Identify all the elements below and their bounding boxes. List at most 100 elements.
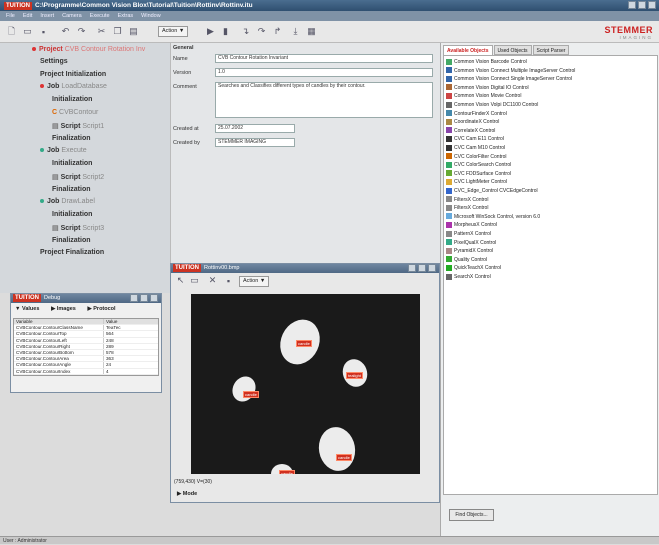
object-list-item[interactable]: CoordinateX Control <box>446 118 499 126</box>
object-list-item[interactable]: CVC ColorSearch Control <box>446 161 511 169</box>
object-list-item[interactable]: Microsoft WinSock Control, version 6.0 <box>446 213 540 221</box>
cross-icon[interactable]: ✕ <box>207 275 218 286</box>
maximize-button[interactable] <box>140 294 148 302</box>
table-row[interactable]: CVBContour.ContourIndex 4 <box>14 368 158 375</box>
undo-icon[interactable]: ↶ <box>60 26 71 37</box>
step-over-icon[interactable]: ↷ <box>256 26 267 37</box>
object-list-item[interactable]: FiltersX Control <box>446 204 488 212</box>
tree-project-finalization[interactable]: Project Finalization <box>40 249 104 256</box>
tab-used-objects[interactable]: Used Objects <box>493 45 532 55</box>
tree-finalization-1[interactable]: Finalization <box>52 135 91 142</box>
save-icon[interactable]: ▪ <box>223 275 234 286</box>
cut-icon[interactable]: ✂ <box>96 26 107 37</box>
control-icon <box>446 118 452 125</box>
minimize-button[interactable] <box>130 294 138 302</box>
general-header: General <box>173 45 194 51</box>
tree-project[interactable]: Project CVB Contour Rotation Inv <box>32 46 145 53</box>
object-list-item[interactable]: FiltersX Control <box>446 196 488 204</box>
find-objects-button[interactable]: Find Objects... <box>449 509 494 521</box>
created-at-field[interactable]: 25.07.2002 <box>215 124 295 133</box>
object-list-item[interactable]: Common Vision Connect Single ImageServer… <box>446 75 572 83</box>
object-list-item[interactable]: Common Vision Digital IO Control <box>446 84 529 92</box>
tree-job-drawlabel[interactable]: Job DrawLabel <box>40 198 95 205</box>
comment-field[interactable]: Searches and Classifies different types … <box>215 82 433 118</box>
open-folder-icon[interactable]: ▭ <box>22 26 33 37</box>
tree-initialization-3[interactable]: Initialization <box>52 211 92 218</box>
tab-protocol[interactable]: ▶ Protocol <box>88 306 116 312</box>
tree-script2[interactable]: ▤ Script Script2 <box>52 173 104 181</box>
object-list-item[interactable]: CVC Cam M10 Control <box>446 144 505 152</box>
variable-cell: CVBContour.ContourTop <box>14 331 104 337</box>
app-logo: TUITION <box>173 264 201 272</box>
object-list-item[interactable]: PyramidX Control <box>446 247 493 255</box>
close-button[interactable] <box>648 1 656 9</box>
version-field[interactable]: 1.0 <box>215 68 433 77</box>
mode-toggle[interactable]: ▶ Mode <box>177 491 197 497</box>
object-list-item[interactable]: Common Vision Barcode Control <box>446 58 527 66</box>
object-list-item[interactable]: CVC Cam E11 Control <box>446 135 504 143</box>
tree-project-initialization[interactable]: Project Initialization <box>40 71 106 78</box>
redo-icon[interactable]: ↷ <box>76 26 87 37</box>
object-list-item[interactable]: CVC ColorFilter Control <box>446 153 507 161</box>
object-list-item[interactable]: MorpheusX Control <box>446 221 497 229</box>
tree-script1[interactable]: ▤ Script Script1 <box>52 122 104 130</box>
paste-icon[interactable]: ▤ <box>128 26 139 37</box>
object-list-item[interactable]: CVC_Edge_Control CVCEdgeControl <box>446 187 538 195</box>
tab-images[interactable]: ▶ Images <box>51 306 76 312</box>
object-list-item[interactable]: CorrelateX Control <box>446 127 495 135</box>
image-action-dropdown[interactable]: Action ▼ <box>239 276 270 287</box>
object-list-item[interactable]: PixelQualX Control <box>446 239 496 247</box>
object-list-item[interactable]: Common Vision Connect Multiple ImageServ… <box>446 67 575 75</box>
tree-job-loaddatabase[interactable]: Job LoadDatabase <box>40 83 107 90</box>
select-rect-icon[interactable]: ▭ <box>189 275 200 286</box>
object-list-item[interactable]: CVC FDDSurface Control <box>446 170 511 178</box>
tree-settings[interactable]: Settings <box>40 58 68 65</box>
tab-available-objects[interactable]: Available Objects <box>443 45 493 55</box>
object-list-item[interactable]: Common Vision Movie Control <box>446 92 521 100</box>
tree-job-execute[interactable]: Job Execute <box>40 147 87 154</box>
pointer-icon[interactable]: ↖ <box>175 275 186 286</box>
tree-finalization-2[interactable]: Finalization <box>52 186 91 193</box>
object-list-item[interactable]: SearchX Control <box>446 273 491 281</box>
copy-icon[interactable]: ❐ <box>112 26 123 37</box>
close-button[interactable] <box>428 264 436 272</box>
maximize-button[interactable] <box>638 1 646 9</box>
save-icon[interactable]: ▪ <box>38 26 49 37</box>
tab-values[interactable]: ▼ Values <box>15 306 39 312</box>
tree-initialization-1[interactable]: Initialization <box>52 96 92 103</box>
menu-execute[interactable]: Execute <box>90 13 110 19</box>
run-icon[interactable]: ▶ <box>205 26 216 37</box>
download-icon[interactable]: ⤓ <box>290 26 301 37</box>
name-field[interactable]: CVB Contour Rotation Invariant <box>215 54 433 63</box>
step-into-icon[interactable]: ↴ <box>240 26 251 37</box>
maximize-button[interactable] <box>418 264 426 272</box>
stop-icon[interactable]: ▮ <box>220 26 231 37</box>
menu-camera[interactable]: Camera <box>62 13 82 19</box>
step-out-icon[interactable]: ↱ <box>272 26 283 37</box>
tab-script-parser[interactable]: Script Parser <box>532 45 570 55</box>
grid-icon[interactable]: ▦ <box>306 26 317 37</box>
new-file-icon[interactable]: 🗋 <box>6 26 17 37</box>
close-button[interactable] <box>150 294 158 302</box>
menu-insert[interactable]: Insert <box>40 13 54 19</box>
minimize-button[interactable] <box>628 1 636 9</box>
object-list-item[interactable]: QuickTeachX Control <box>446 264 501 272</box>
tree-script3[interactable]: ▤ Script Script3 <box>52 224 104 232</box>
object-list-item[interactable]: ContourFinderX Control <box>446 110 507 118</box>
red-dot-icon <box>40 84 44 89</box>
object-list-item[interactable]: PatternX Control <box>446 230 491 238</box>
tree-cvbcontour[interactable]: C CVBContour <box>52 109 98 116</box>
image-view[interactable]: candle tealight candle candle candle <box>191 294 420 474</box>
object-list-item[interactable]: Common Vision Volpi DC1100 Control <box>446 101 538 109</box>
menu-extras[interactable]: Extras <box>118 13 134 19</box>
tree-initialization-2[interactable]: Initialization <box>52 160 92 167</box>
menu-window[interactable]: Window <box>141 13 161 19</box>
menu-edit[interactable]: Edit <box>23 13 32 19</box>
minimize-button[interactable] <box>408 264 416 272</box>
tree-finalization-3[interactable]: Finalization <box>52 237 91 244</box>
created-by-field[interactable]: STEMMER IMAGING <box>215 138 295 147</box>
action-dropdown[interactable]: Action ▼ <box>158 26 189 37</box>
object-list-item[interactable]: Quality Control <box>446 256 487 264</box>
menu-file[interactable]: File <box>6 13 15 19</box>
object-list-item[interactable]: CVC LightMeter Control <box>446 178 507 186</box>
